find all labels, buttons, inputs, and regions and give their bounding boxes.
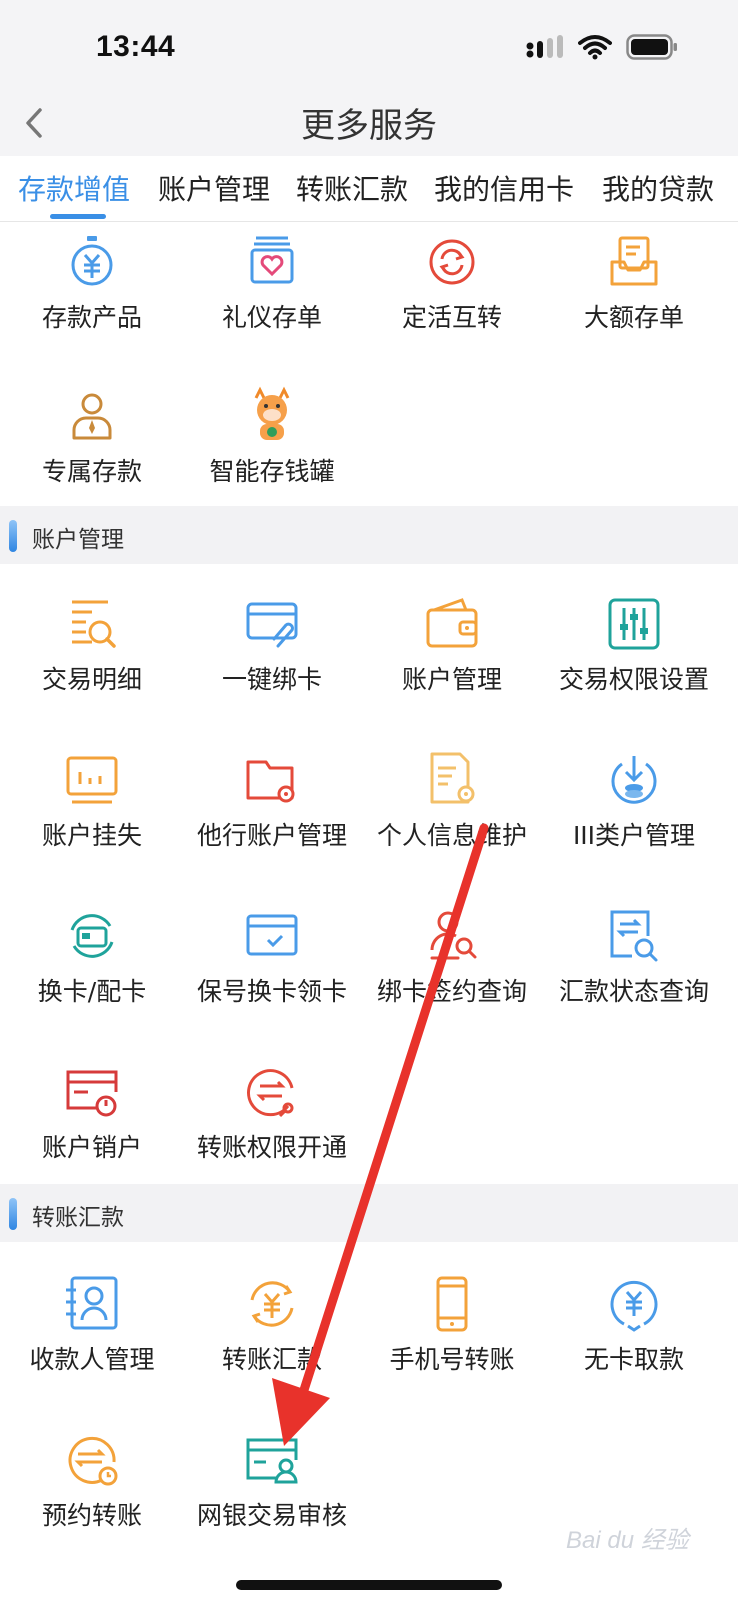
grid-item-label: 绑卡签约查询 [376, 977, 527, 1006]
status-icons [526, 34, 678, 60]
grid-item-label: 专属存款 [41, 457, 142, 486]
transfer-search-icon [610, 910, 658, 962]
page-title: 更多服务 [301, 106, 437, 146]
section-header-account: 账户管理 [0, 506, 738, 564]
grid-item-label: 定活互转 [401, 303, 502, 332]
nav-bar: 更多服务 [0, 90, 738, 156]
yuan-refresh-icon [250, 1281, 294, 1327]
tab-account[interactable]: 账户管理 [158, 168, 270, 208]
phone-icon [436, 1276, 468, 1332]
grid-item-label: 账户管理 [401, 665, 502, 694]
cellular-signal-icon [526, 35, 563, 58]
sliders-icon [608, 598, 660, 650]
mascot-icon [254, 386, 290, 440]
grid-item-label: 个人信息维护 [376, 821, 527, 850]
battery-icon [626, 34, 677, 60]
screen: 13:44 更多服务 存款增值 账户管理 转账汇款 我的信用卡 我的贷款 存款产… [0, 0, 738, 1600]
grid-item-label: 礼仪存单 [221, 303, 322, 332]
grid-item-label: 一键绑卡 [221, 665, 322, 694]
status-time: 13:44 [96, 30, 176, 63]
contact-card-icon [66, 1276, 118, 1330]
grid-item-label: 存款产品 [41, 303, 142, 332]
watermark: Bai du 经验 [566, 1527, 689, 1554]
grid-item-label: 汇款状态查询 [558, 977, 709, 1006]
grid-item-label: 交易权限设置 [558, 665, 709, 694]
home-indicator[interactable] [236, 1580, 502, 1590]
card-person-icon [246, 1438, 298, 1484]
document-tray-icon [610, 236, 658, 286]
grid-item-label: 大额存单 [583, 303, 684, 332]
grid-item-label: 账户挂失 [41, 821, 142, 850]
grid-item-label: 转账汇款 [221, 1345, 322, 1374]
grid-item-label: 手机号转账 [389, 1345, 515, 1374]
grid-item-label: 保号换卡领卡 [196, 977, 347, 1006]
card-power-icon [66, 1070, 118, 1117]
section-header-transfer: 转账汇款 [0, 1184, 738, 1242]
tab-transfer[interactable]: 转账汇款 [296, 168, 408, 208]
grid-item-label: 交易明细 [41, 665, 142, 694]
tab-credit-card[interactable]: 我的信用卡 [434, 168, 574, 208]
card-clip-icon [246, 602, 298, 648]
monitor-icon [66, 756, 118, 804]
yuan-stopwatch-icon [71, 236, 113, 286]
grid-item-label: 换卡/配卡 [37, 977, 147, 1006]
section-title: 账户管理 [32, 527, 124, 553]
grid-item-label: III类户管理 [572, 821, 696, 850]
grid-item-label: 无卡取款 [583, 1345, 684, 1374]
download-coin-icon [611, 756, 657, 804]
grid-item-label: 网银交易审核 [196, 1501, 347, 1530]
card-check-icon [246, 914, 298, 956]
wallet-icon [426, 598, 478, 648]
list-search-icon [72, 600, 116, 648]
grid-item-label: 收款人管理 [29, 1345, 155, 1374]
grid-item-label: 转账权限开通 [196, 1133, 347, 1162]
wifi-icon [578, 35, 612, 60]
grid-item-label: 预约转账 [41, 1501, 142, 1530]
person-search-icon [430, 911, 477, 960]
exchange-circle-icon [429, 239, 475, 285]
yuan-circle-icon [610, 1280, 658, 1332]
card-refresh-icon [70, 914, 114, 958]
deposit-grid: 存款产品 礼仪存单 定活互转 大额存单 专属存款 智能存钱罐 [0, 222, 738, 506]
grid-item-label: 账户销户 [41, 1133, 142, 1162]
section-title: 转账汇款 [32, 1205, 124, 1231]
grid-item-label: 智能存钱罐 [209, 457, 335, 486]
transfer-key-icon [247, 1069, 294, 1118]
category-tabs: 存款增值 账户管理 转账汇款 我的信用卡 我的贷款 [0, 156, 738, 222]
grid-item-label: 他行账户管理 [196, 821, 347, 850]
heart-box-icon [250, 236, 294, 284]
status-bar: 13:44 [0, 0, 738, 90]
active-tab-indicator [50, 214, 106, 219]
transfer-clock-icon [68, 1436, 118, 1486]
doc-gear-icon [430, 752, 475, 804]
person-icon [72, 393, 112, 440]
section-accent-bar [9, 520, 17, 552]
folder-gear-icon [246, 760, 295, 803]
account-grid: 交易明细 一键绑卡 账户管理 交易权限设置 账户挂失 他行账户管理 个人信息维护… [0, 564, 738, 1184]
tab-loans[interactable]: 我的贷款 [602, 168, 714, 208]
tab-deposit[interactable]: 存款增值 [18, 168, 130, 208]
section-accent-bar [9, 1198, 17, 1230]
